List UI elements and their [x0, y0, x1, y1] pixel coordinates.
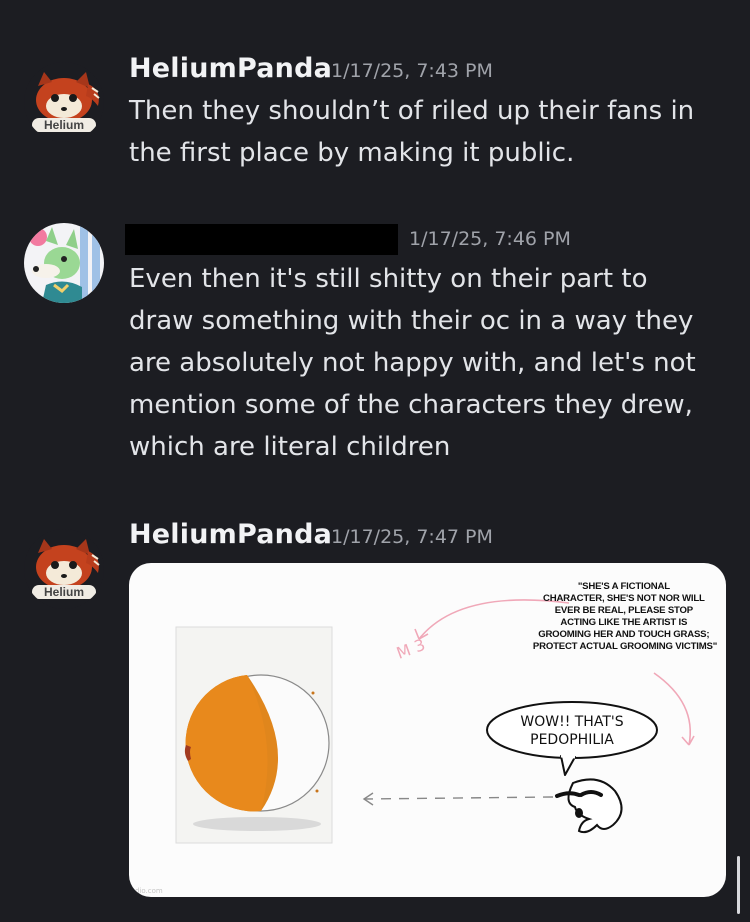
message-line: Then they shouldn’t of riled up their fa…: [129, 96, 695, 126]
image-watermark: dio.com: [135, 887, 163, 895]
redacted-username: [125, 224, 398, 255]
speech-line-2: PEDOPHILIA: [530, 732, 614, 748]
red-panda-icon: Helium: [24, 529, 104, 609]
message-line: are absolutely not happy with, and let's…: [129, 348, 696, 378]
caption-line: PROTECT ACTUAL GROOMING VICTIMS": [533, 641, 717, 652]
caption-line: "SHE'S A FICTIONAL: [578, 581, 670, 592]
doodle-text: M 3: [394, 635, 428, 663]
caption-line: EVER BE REAL, PLEASE STOP: [555, 605, 694, 616]
message-line: which are literal children: [129, 432, 451, 462]
avatar-fox[interactable]: [24, 223, 104, 303]
speech-line-1: WOW!! THAT'S: [520, 714, 623, 730]
red-panda-icon: Helium: [24, 62, 104, 142]
avatar-red-panda[interactable]: Helium: [24, 529, 104, 609]
username[interactable]: HeliumPanda: [129, 53, 332, 84]
avatar-badge-text: Helium: [44, 585, 84, 599]
timestamp: 1/17/25, 7:47 PM: [331, 526, 493, 548]
avatar-red-panda[interactable]: Helium: [24, 62, 104, 142]
message-line: draw something with their oc in a way th…: [129, 306, 694, 336]
timestamp: 1/17/25, 7:46 PM: [409, 228, 571, 250]
message-text: Then they shouldn’t of riled up their fa…: [129, 90, 729, 174]
caption-line: CHARACTER, SHE'S NOT NOR WILL: [543, 593, 705, 604]
avatar-badge-text: Helium: [44, 118, 84, 132]
scrollbar[interactable]: [737, 856, 740, 914]
timestamp: 1/17/25, 7:43 PM: [331, 60, 493, 82]
message-line: the first place by making it public.: [129, 138, 575, 168]
message-line: Even then it's still shitty on their par…: [129, 264, 648, 294]
caption-line: ACTING LIKE THE ARTIST IS: [560, 617, 688, 628]
svg-text:"SHE'S A FICTIONAL CHA: "SHE'S A FICTIONAL CHARACTER, SHE'S NOT …: [533, 581, 717, 652]
image-attachment[interactable]: M 3 "SHE'S A FICTIONAL CHARACTER, SHE'S …: [129, 563, 726, 897]
caption-line: GROOMING HER AND TOUCH GRASS;: [538, 629, 709, 640]
message-line: mention some of the characters they drew…: [129, 390, 693, 420]
previous-message-fragment: [0, 0, 750, 14]
message-text: Even then it's still shitty on their par…: [129, 258, 729, 468]
username[interactable]: HeliumPanda: [129, 519, 332, 550]
fox-character-icon: [24, 223, 104, 303]
meme-drawing: M 3 "SHE'S A FICTIONAL CHARACTER, SHE'S …: [135, 581, 717, 895]
